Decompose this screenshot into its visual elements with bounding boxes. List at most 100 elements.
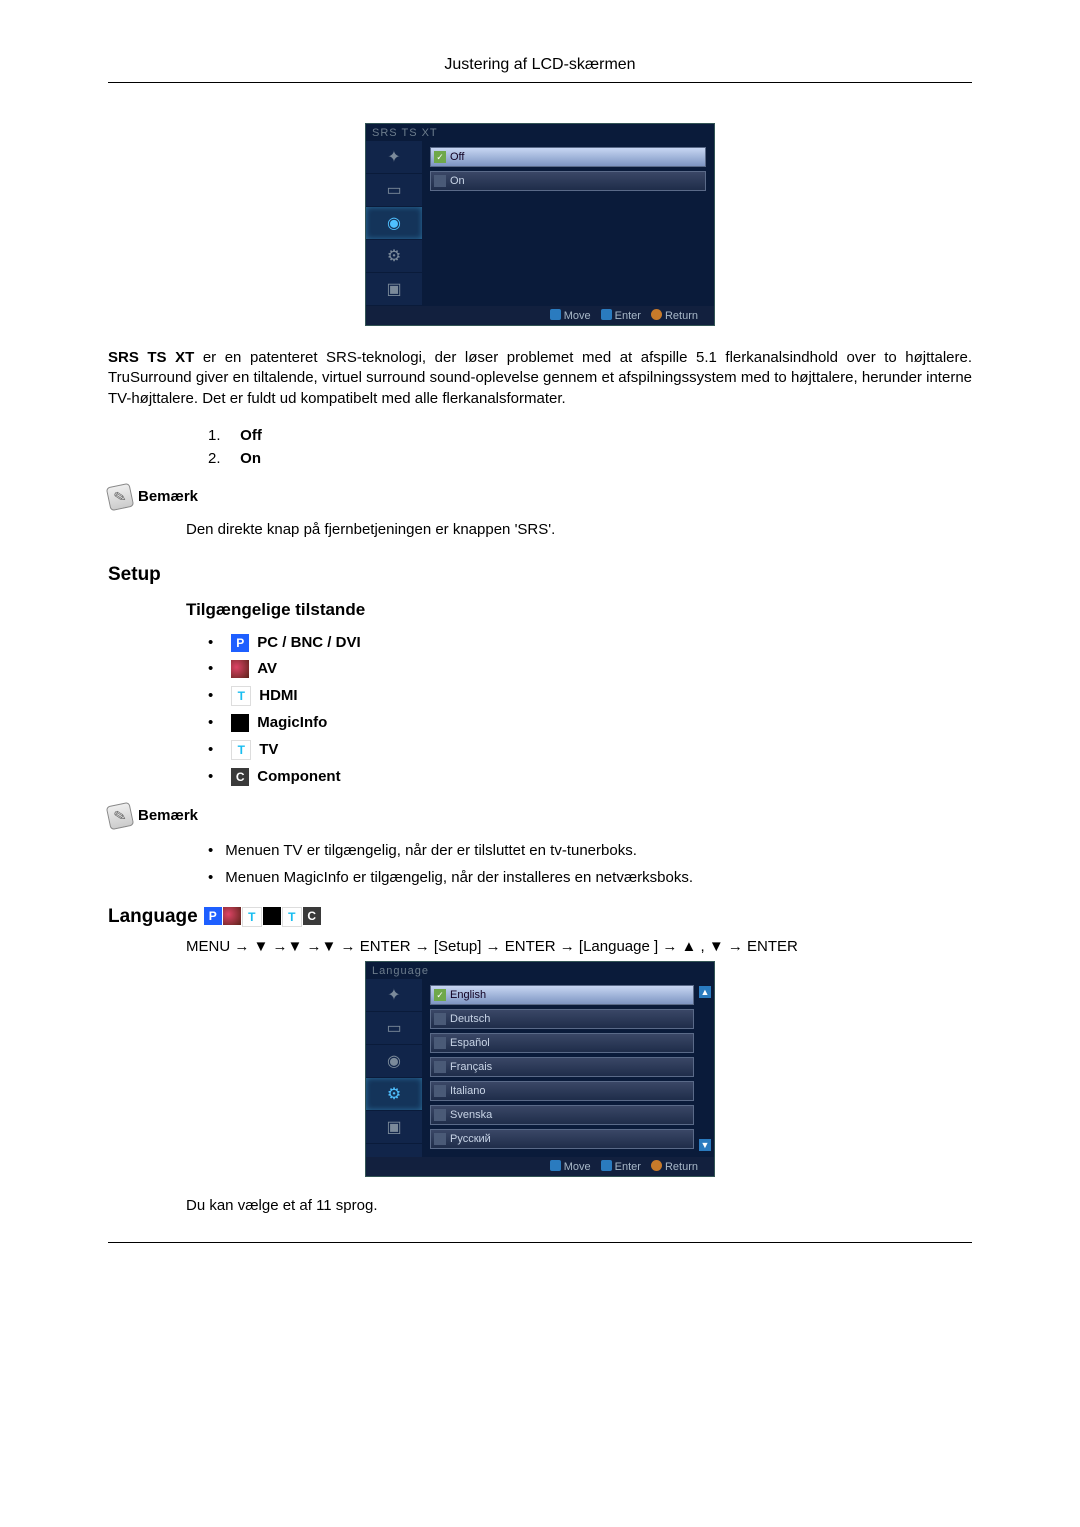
note2-list: Menuen TV er tilgængelig, når der er til… <box>208 840 972 888</box>
osd-row-label: Français <box>450 1061 492 1073</box>
check-icon: ✓ <box>434 989 446 1001</box>
osd-tab-sound[interactable]: ▭ <box>366 1012 422 1045</box>
setup-heading: Setup <box>108 564 972 586</box>
osd-row-label: Svenska <box>450 1109 492 1121</box>
osd-footer: Move Enter Return <box>366 306 714 325</box>
footer-rule <box>108 1242 972 1243</box>
badge-t-icon: T <box>231 740 251 760</box>
badge-t-icon: T <box>282 907 302 927</box>
srs-rest: er en patenteret SRS-teknologi, der løse… <box>108 349 972 407</box>
check-icon: ✓ <box>434 1013 446 1025</box>
osd-tab-info[interactable]: ▣ <box>366 273 422 306</box>
osd-tab-setup[interactable]: ◉ <box>366 207 422 240</box>
osd-row-svenska[interactable]: ✓ Svenska <box>430 1105 694 1125</box>
language-badges: P T T C <box>204 907 321 927</box>
off-on-list: 1. Off 2. On <box>208 427 972 467</box>
osd-tab-multi[interactable]: ⚙ <box>366 240 422 273</box>
note-label: Bemærk <box>138 807 198 824</box>
osd-tab-picture[interactable]: ✦ <box>366 979 422 1012</box>
osd-row-francais[interactable]: ✓ Français <box>430 1057 694 1077</box>
osd-footer-enter: Enter <box>601 1160 641 1173</box>
check-icon: ✓ <box>434 1109 446 1121</box>
osd-row-on[interactable]: ✓ On <box>430 171 706 191</box>
modes-list: P PC / BNC / DVI AV T HDMI MagicInfo T T… <box>208 634 972 786</box>
osd-row-english[interactable]: ✓ English <box>430 985 694 1005</box>
check-icon: ✓ <box>434 151 446 163</box>
note-label: Bemærk <box>138 488 198 505</box>
list-item-off: 1. Off <box>208 427 972 444</box>
list-num: 2. <box>208 450 236 467</box>
header-rule <box>108 82 972 83</box>
list-item-on: 2. On <box>208 450 972 467</box>
mode-label: AV <box>257 660 277 677</box>
osd-row-espanol[interactable]: ✓ Español <box>430 1033 694 1053</box>
list-text: Menuen MagicInfo er tilgængelig, når der… <box>225 867 693 888</box>
mode-pc: P PC / BNC / DVI <box>208 634 972 652</box>
osd-title: Language <box>366 962 714 979</box>
mode-label: HDMI <box>259 687 297 704</box>
check-icon: ✓ <box>434 1085 446 1097</box>
osd-body: ✦ ▭ ◉ ⚙ ▣ ✓ English ✓ Deutsch ✓ Español <box>366 979 714 1157</box>
osd-tabs: ✦ ▭ ◉ ⚙ ▣ <box>366 141 422 306</box>
mode-component: C Component <box>208 768 972 786</box>
osd-row-label: Italiano <box>450 1085 485 1097</box>
osd-row-deutsch[interactable]: ✓ Deutsch <box>430 1009 694 1029</box>
mode-label: TV <box>259 741 278 758</box>
osd-row-label: Русский <box>450 1133 491 1145</box>
badge-black-icon <box>231 714 249 732</box>
osd-footer-return: Return <box>651 1160 698 1173</box>
note-row-2: ✎ Bemærk <box>108 804 972 828</box>
menu-path: MENU → ▼ →▼ →▼ → ENTER → [Setup] → ENTER… <box>186 938 972 955</box>
osd-tab-channel[interactable]: ◉ <box>366 1045 422 1078</box>
mode-label: Component <box>257 768 340 785</box>
osd-footer-move: Move <box>550 1160 591 1173</box>
osd-row-label: On <box>450 175 465 187</box>
osd-tab-setup[interactable]: ⚙ <box>366 1078 422 1111</box>
osd-tab-picture[interactable]: ✦ <box>366 141 422 174</box>
osd-body: ✦ ▭ ◉ ⚙ ▣ ✓ Off ✓ On <box>366 141 714 306</box>
list-label: On <box>240 450 261 467</box>
scroll-down-icon[interactable]: ▼ <box>699 1139 711 1151</box>
osd-tab-sound[interactable]: ▭ <box>366 174 422 207</box>
list-text: Menuen TV er tilgængelig, når der er til… <box>225 840 637 861</box>
list-label: Off <box>240 427 262 444</box>
language-text: Du kan vælge et af 11 sprog. <box>186 1197 972 1214</box>
check-icon: ✓ <box>434 1037 446 1049</box>
osd-row-off[interactable]: ✓ Off <box>430 147 706 167</box>
osd-row-italiano[interactable]: ✓ Italiano <box>430 1081 694 1101</box>
osd-footer-move: Move <box>550 309 591 322</box>
osd-row-label: Deutsch <box>450 1013 490 1025</box>
mode-label: MagicInfo <box>257 714 327 731</box>
osd-content: ✓ Off ✓ On <box>422 141 714 306</box>
srs-description: SRS TS XT er en patenteret SRS-teknologi… <box>108 348 972 409</box>
osd-footer-enter: Enter <box>601 309 641 322</box>
page: Justering af LCD-skærmen SRS TS XT ✦ ▭ ◉… <box>0 0 1080 1527</box>
list-item: Menuen TV er tilgængelig, når der er til… <box>208 840 972 861</box>
check-icon: ✓ <box>434 175 446 187</box>
badge-t-icon: T <box>242 907 262 927</box>
check-icon: ✓ <box>434 1133 446 1145</box>
page-title: Justering af LCD-skærmen <box>108 56 972 74</box>
badge-black-icon <box>263 907 281 925</box>
modes-heading: Tilgængelige tilstande <box>186 600 972 620</box>
mode-av: AV <box>208 660 972 678</box>
osd-tab-info[interactable]: ▣ <box>366 1111 422 1144</box>
badge-c-icon: C <box>303 907 321 925</box>
list-item: Menuen MagicInfo er tilgængelig, når der… <box>208 867 972 888</box>
osd-row-russian[interactable]: ✓ Русский <box>430 1129 694 1149</box>
badge-a-icon <box>231 660 249 678</box>
osd-scrollbar[interactable]: ▲ ▼ <box>699 986 711 1151</box>
osd-title: SRS TS XT <box>366 124 714 141</box>
osd-content: ✓ English ✓ Deutsch ✓ Español ✓ Français… <box>422 979 714 1157</box>
badge-a-icon <box>223 907 241 925</box>
osd-srs: SRS TS XT ✦ ▭ ◉ ⚙ ▣ ✓ Off ✓ On Move <box>365 123 715 326</box>
mode-magicinfo: MagicInfo <box>208 714 972 732</box>
badge-c-icon: C <box>231 768 249 786</box>
scroll-up-icon[interactable]: ▲ <box>699 986 711 998</box>
osd-language: Language ✦ ▭ ◉ ⚙ ▣ ✓ English ✓ Deutsch <box>365 961 715 1177</box>
mode-label: PC / BNC / DVI <box>257 634 360 651</box>
list-num: 1. <box>208 427 236 444</box>
mode-tv: T TV <box>208 740 972 760</box>
osd-row-label: Español <box>450 1037 490 1049</box>
badge-t-icon: T <box>231 686 251 706</box>
